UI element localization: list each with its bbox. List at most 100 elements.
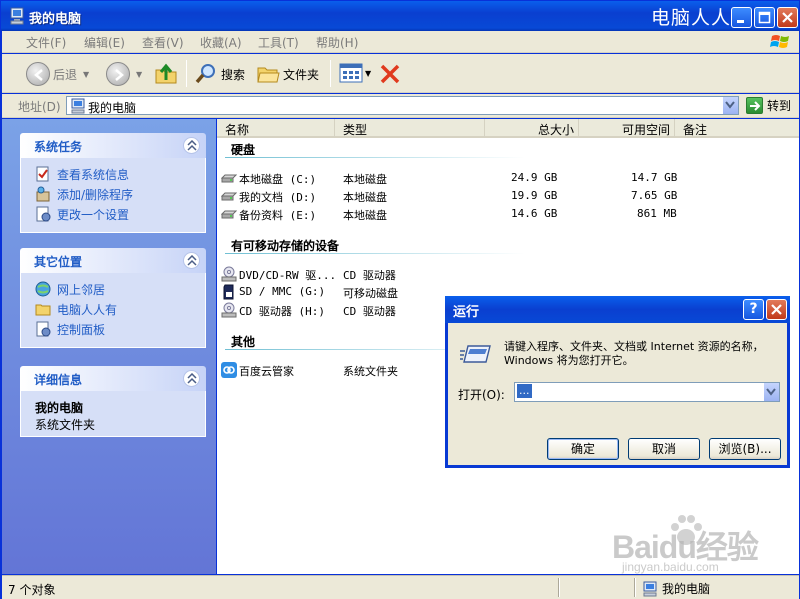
menu-view[interactable]: 查看(V)	[142, 34, 184, 51]
help-button[interactable]: ?	[743, 299, 764, 320]
back-button[interactable]: 后退 ▼	[26, 62, 89, 86]
go-button[interactable]: 转到	[746, 97, 791, 114]
menu-help[interactable]: 帮助(H)	[316, 34, 358, 51]
drive-row[interactable]: 我的文档 (D:) 本地磁盘 19.9 GB 7.65 GB	[221, 187, 791, 205]
details-body: 我的电脑 系统文件夹	[20, 391, 206, 437]
delete-button[interactable]	[378, 62, 402, 86]
system-tasks-body: 查看系统信息 添加/删除程序 更改一个设置	[20, 158, 206, 233]
computer-icon	[71, 98, 85, 114]
chevron-up-icon	[187, 373, 197, 384]
open-combobox[interactable]: ...	[514, 382, 780, 402]
network-globe-icon	[35, 281, 51, 297]
run-dialog-title: 运行	[453, 305, 480, 320]
system-tasks-header[interactable]: 系统任务	[20, 133, 206, 158]
maximize-icon	[758, 11, 771, 24]
views-icon	[339, 63, 363, 83]
place-control-panel[interactable]: 控制面板	[35, 319, 205, 339]
title-bar[interactable]: 我的电脑 电脑人人有	[1, 1, 799, 31]
address-label: 地址(D)	[18, 100, 61, 114]
forward-button[interactable]: ▼	[106, 62, 142, 86]
computer-icon	[10, 7, 24, 25]
views-button[interactable]: ▼	[339, 62, 371, 84]
window-title: 我的电脑	[29, 12, 82, 27]
cd-drive-icon	[221, 302, 237, 318]
column-free-space[interactable]: 可用空间	[579, 119, 675, 138]
details-name: 我的电脑	[35, 401, 84, 415]
back-label: 后退	[53, 67, 78, 82]
drive-type: 本地磁盘	[343, 191, 387, 204]
forward-arrow-icon	[106, 62, 130, 86]
close-button[interactable]	[777, 7, 798, 28]
folders-label: 文件夹	[283, 67, 320, 82]
views-dropdown-icon[interactable]: ▼	[365, 69, 371, 78]
baidu-watermark: Baidu经验 jingyan.baidu.com	[612, 510, 792, 580]
run-close-button[interactable]	[766, 299, 787, 320]
drive-row[interactable]: 备份资料 (E:) 本地磁盘 14.6 GB 861 MB	[221, 205, 791, 223]
go-label: 转到	[767, 99, 792, 113]
panel-title: 系统任务	[34, 140, 83, 154]
group-title-other: 其他	[231, 335, 256, 349]
group-title-hard-drives: 硬盘	[231, 143, 256, 157]
menu-tools[interactable]: 工具(T)	[258, 34, 299, 51]
drive-type: 本地磁盘	[343, 173, 387, 186]
watermark-url: jingyan.baidu.com	[622, 560, 719, 574]
ok-button[interactable]: 确定	[547, 438, 619, 460]
system-tasks-panel: 系统任务 查看系统信息 添加/删除程序 更改一个设置	[20, 133, 206, 233]
panel-title: 其它位置	[34, 255, 83, 269]
status-separator	[558, 578, 560, 597]
chevron-up-icon	[187, 140, 197, 151]
drive-row[interactable]: DVD/CD-RW 驱... CD 驱动器	[221, 265, 791, 283]
forward-dropdown-icon[interactable]: ▼	[136, 70, 142, 79]
up-folder-button[interactable]	[154, 62, 178, 86]
menu-favorites[interactable]: 收藏(A)	[200, 34, 242, 51]
column-comment[interactable]: 备注	[675, 119, 799, 138]
dvd-drive-icon	[221, 266, 237, 282]
run-dialog-title-bar[interactable]: 运行 ?	[445, 296, 790, 323]
address-dropdown-button[interactable]	[722, 97, 738, 114]
place-label: 网上邻居	[57, 282, 106, 297]
search-button[interactable]: 搜索	[194, 62, 245, 86]
details-header[interactable]: 详细信息	[20, 366, 206, 391]
back-dropdown-icon[interactable]: ▼	[83, 70, 89, 79]
task-add-remove-programs[interactable]: 添加/删除程序	[35, 184, 205, 204]
cancel-button[interactable]: 取消	[628, 438, 700, 460]
other-places-body: 网上邻居 电脑人人有 控制面板	[20, 273, 206, 348]
group-title-removable: 有可移动存储的设备	[231, 239, 340, 253]
other-places-header[interactable]: 其它位置	[20, 248, 206, 273]
column-type[interactable]: 类型	[335, 119, 485, 138]
hard-drive-icon	[221, 174, 237, 183]
drive-type: CD 驱动器	[343, 269, 396, 282]
toolbar-separator	[330, 60, 331, 87]
drive-total: 14.6 GB	[511, 207, 558, 220]
hard-drive-icon	[221, 192, 237, 201]
drive-name: 本地磁盘 (C:)	[239, 173, 317, 186]
task-change-setting[interactable]: 更改一个设置	[35, 204, 205, 224]
computer-icon	[643, 581, 657, 596]
minimize-button[interactable]	[731, 7, 752, 28]
windows-logo-icon	[770, 35, 789, 48]
details-panel: 详细信息 我的电脑 系统文件夹	[20, 366, 206, 437]
column-name[interactable]: 名称	[217, 119, 335, 138]
group-divider	[225, 157, 525, 158]
drive-name: 备份资料 (E:)	[239, 209, 317, 222]
column-total-size[interactable]: 总大小	[485, 119, 579, 138]
browse-button[interactable]: 浏览(B)...	[709, 438, 781, 460]
back-arrow-icon	[26, 62, 50, 86]
status-location: 我的电脑	[642, 580, 710, 597]
place-user-folder[interactable]: 电脑人人有	[35, 299, 205, 319]
settings-icon	[36, 206, 51, 222]
maximize-button[interactable]	[754, 7, 775, 28]
place-network[interactable]: 网上邻居	[35, 279, 205, 299]
collapse-button[interactable]	[183, 137, 200, 154]
collapse-button[interactable]	[183, 252, 200, 269]
collapse-button[interactable]	[183, 370, 200, 387]
folders-button[interactable]: 文件夹	[256, 62, 319, 86]
menu-edit[interactable]: 编辑(E)	[84, 34, 125, 51]
address-input[interactable]: 我的电脑	[66, 96, 739, 115]
task-view-system-info[interactable]: 查看系统信息	[35, 164, 205, 184]
run-program-icon	[460, 345, 491, 363]
open-dropdown-button[interactable]	[763, 383, 779, 401]
address-value: 我的电脑	[88, 101, 137, 115]
menu-file[interactable]: 文件(F)	[26, 34, 66, 51]
drive-row[interactable]: 本地磁盘 (C:) 本地磁盘 24.9 GB 14.7 GB	[221, 169, 791, 187]
